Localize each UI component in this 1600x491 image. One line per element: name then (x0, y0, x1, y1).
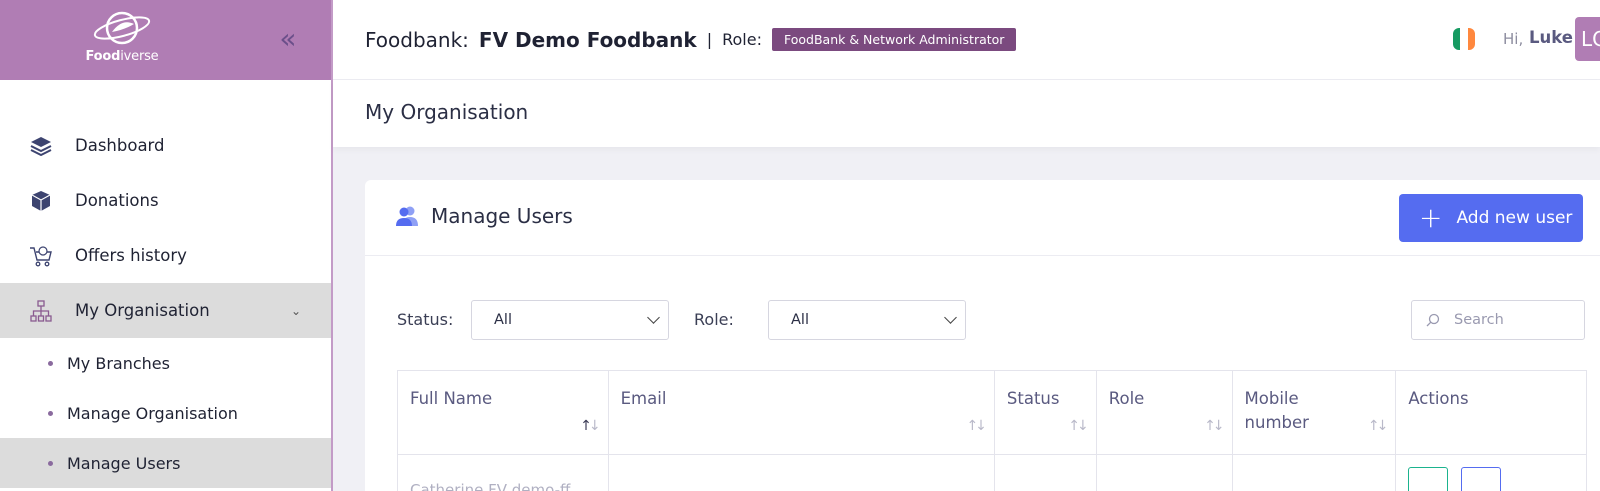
layers-icon (29, 134, 53, 158)
role-label: Role: (722, 30, 762, 49)
column-label: Email (620, 389, 667, 408)
sidebar: Foodiverse « Dashboard Donations Offers … (0, 0, 333, 491)
greeting: Hi, (1503, 30, 1524, 48)
card-header: Manage Users + Add new user (365, 180, 1600, 256)
sidebar-subitem-manage-organisation[interactable]: Manage Organisation (0, 388, 331, 438)
column-header-full-name[interactable]: Full Name ↑↓ (398, 371, 609, 454)
sidebar-nav: Dashboard Donations Offers history My Or… (0, 118, 331, 488)
table-header-row: Full Name ↑↓ Email ↑↓ Status ↑↓ Role ↑↓ … (398, 371, 1586, 455)
cell-status (995, 455, 1097, 491)
add-new-user-label: Add new user (1456, 208, 1573, 228)
top-header: Foodbank: FV Demo Foodbank | Role: FoodB… (333, 0, 1600, 80)
sort-icon: ↑↓ (580, 418, 601, 434)
search-input[interactable]: Search (1411, 300, 1585, 340)
column-header-role[interactable]: Role ↑↓ (1097, 371, 1233, 454)
plus-icon: + (1419, 201, 1443, 234)
sidebar-subitem-my-branches[interactable]: My Branches (0, 338, 331, 388)
cell-mobile (1233, 455, 1397, 491)
manage-users-card: Manage Users + Add new user Status: All … (365, 180, 1600, 491)
role-select-value: All (791, 312, 809, 328)
bullet-dot (48, 460, 53, 466)
cart-icon (29, 244, 53, 268)
user-name[interactable]: Luke (1529, 28, 1573, 47)
filters-bar: Status: All Role: All Search (397, 300, 1600, 340)
foodiverse-logo[interactable]: Foodiverse (76, 8, 168, 70)
status-filter-label: Status: (397, 310, 454, 329)
card-title: Manage Users (431, 204, 573, 228)
sort-icon: ↑↓ (966, 418, 987, 434)
page-title: My Organisation (365, 100, 529, 124)
bullet-dot (48, 360, 53, 366)
double-chevron-left-icon[interactable]: « (274, 24, 302, 54)
status-select[interactable]: All (471, 300, 669, 340)
globe-leaf-icon (93, 11, 151, 45)
sort-icon: ↑↓ (1367, 418, 1389, 434)
column-label: Status (1006, 389, 1060, 408)
column-label: Full Name (410, 389, 493, 408)
role-filter-label: Role: (694, 310, 734, 329)
view-user-button[interactable] (1408, 467, 1449, 491)
users-icon (396, 206, 418, 226)
column-header-email[interactable]: Email ↑↓ (609, 371, 995, 454)
add-new-user-button[interactable]: + Add new user (1399, 194, 1583, 242)
sidebar-item-label: Dashboard (75, 136, 165, 155)
sidebar-subitem-label: My Branches (67, 353, 170, 373)
column-label: Mobile number (1244, 389, 1309, 432)
chevron-down-icon (944, 311, 957, 324)
column-header-mobile-number[interactable]: Mobile number ↑↓ (1233, 371, 1397, 454)
avatar[interactable]: LC (1575, 17, 1600, 61)
chevron-down-icon: ⌄ (290, 303, 301, 318)
cell-full-name: Catherine FV demo-ff (398, 455, 609, 491)
column-header-status[interactable]: Status ↑↓ (995, 371, 1097, 454)
column-header-actions: Actions (1396, 371, 1586, 454)
role-select[interactable]: All (768, 300, 966, 340)
column-label: Actions (1408, 389, 1469, 408)
sort-icon: ↑↓ (1204, 418, 1225, 434)
box-icon (29, 189, 53, 213)
logo-text: Foodiverse (85, 49, 159, 64)
sidebar-item-donations[interactable]: Donations (0, 173, 331, 228)
role-badge: FoodBank & Network Administrator (771, 28, 1017, 51)
sidebar-subitem-label: Manage Organisation (67, 403, 238, 423)
page-title-bar: My Organisation (333, 80, 1600, 147)
edit-user-button[interactable] (1461, 467, 1502, 491)
sidebar-subitem-manage-users[interactable]: Manage Users (0, 438, 331, 488)
cell-role (1097, 455, 1233, 491)
users-table: Full Name ↑↓ Email ↑↓ Status ↑↓ Role ↑↓ … (397, 370, 1587, 491)
sort-icon: ↑↓ (1068, 418, 1089, 434)
column-label: Role (1108, 389, 1145, 408)
sidebar-item-offers-history[interactable]: Offers history (0, 228, 331, 283)
sidebar-item-label: Offers history (75, 246, 187, 265)
sidebar-item-my-organisation[interactable]: My Organisation ⌄ (0, 283, 331, 338)
status-select-value: All (494, 312, 512, 328)
foodbank-label: Foodbank: (365, 27, 469, 52)
header-separator: | (706, 30, 713, 49)
chevron-down-icon (647, 311, 660, 324)
ireland-flag-icon[interactable] (1453, 28, 1475, 50)
foodbank-name: FV Demo Foodbank (478, 27, 697, 52)
cell-actions (1396, 455, 1586, 491)
search-icon (1426, 313, 1440, 327)
sidebar-item-dashboard[interactable]: Dashboard (0, 118, 331, 173)
brand-header: Foodiverse « (0, 0, 331, 80)
sidebar-subitem-label: Manage Users (67, 453, 181, 473)
bullet-dot (48, 410, 53, 416)
cell-email (609, 455, 995, 491)
search-placeholder: Search (1454, 312, 1504, 328)
org-chart-icon (29, 299, 53, 323)
table-row[interactable]: Catherine FV demo-ff (398, 455, 1586, 491)
sidebar-item-label: Donations (75, 191, 159, 210)
sidebar-item-label: My Organisation (75, 301, 210, 320)
